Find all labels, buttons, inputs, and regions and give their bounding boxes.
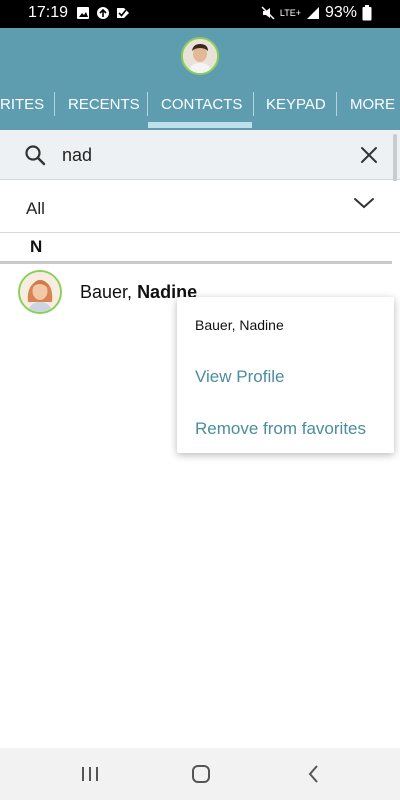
tab-divider [336,92,337,116]
my-avatar[interactable] [181,37,219,75]
search-icon[interactable] [24,144,46,166]
app-root: 17:19 LTE+ 93% RITES RECENTS CONTACTS KE… [0,0,400,800]
context-menu-title: Bauer, Nadine [195,317,284,333]
checkmark-icon [117,8,129,18]
chevron-down-icon[interactable] [353,196,375,210]
network-type: LTE+ [279,7,301,18]
close-icon[interactable] [358,144,380,166]
contact-avatar-image [20,272,60,312]
scroll-edge-indicator [393,134,397,182]
tab-divider [54,92,55,116]
section-header-letter: N [30,237,43,256]
contact-last-name: Bauer, [80,282,133,302]
tab-more[interactable]: MORE [350,96,395,116]
system-nav-bar [0,748,400,800]
tab-divider [147,92,148,116]
home-icon[interactable] [189,762,213,786]
mute-icon [261,6,275,20]
recent-apps-icon[interactable] [78,762,102,786]
status-time: 17:19 [28,4,69,21]
signal-icon [306,7,319,19]
status-bar: 17:19 LTE+ 93% [0,0,400,28]
sync-icon [97,7,109,19]
tab-favorites[interactable]: RITES [0,96,44,116]
battery-icon [362,5,372,21]
back-icon[interactable] [302,762,326,786]
tab-recents[interactable]: RECENTS [68,96,140,116]
my-avatar-image [183,39,217,73]
section-divider [0,261,392,264]
contact-context-menu: Bauer, Nadine View Profile Remove from f… [177,297,394,453]
view-profile-menu-item[interactable]: View Profile [195,367,284,387]
status-system-icons: LTE+ 93% [261,4,372,22]
tab-keypad[interactable]: KEYPAD [266,96,326,116]
search-input[interactable] [62,143,332,167]
status-notification-icons [76,6,130,20]
filter-selected-value: All [26,199,45,218]
active-tab-indicator [148,122,252,128]
tab-divider [253,92,254,116]
tab-contacts[interactable]: CONTACTS [161,96,242,116]
remove-from-favorites-menu-item[interactable]: Remove from favorites [195,419,366,439]
contact-avatar[interactable] [18,270,62,314]
battery-percent: 93% [324,4,357,21]
search-bar [0,130,400,180]
contact-filter-select[interactable]: All [0,181,400,233]
image-icon [77,7,89,19]
